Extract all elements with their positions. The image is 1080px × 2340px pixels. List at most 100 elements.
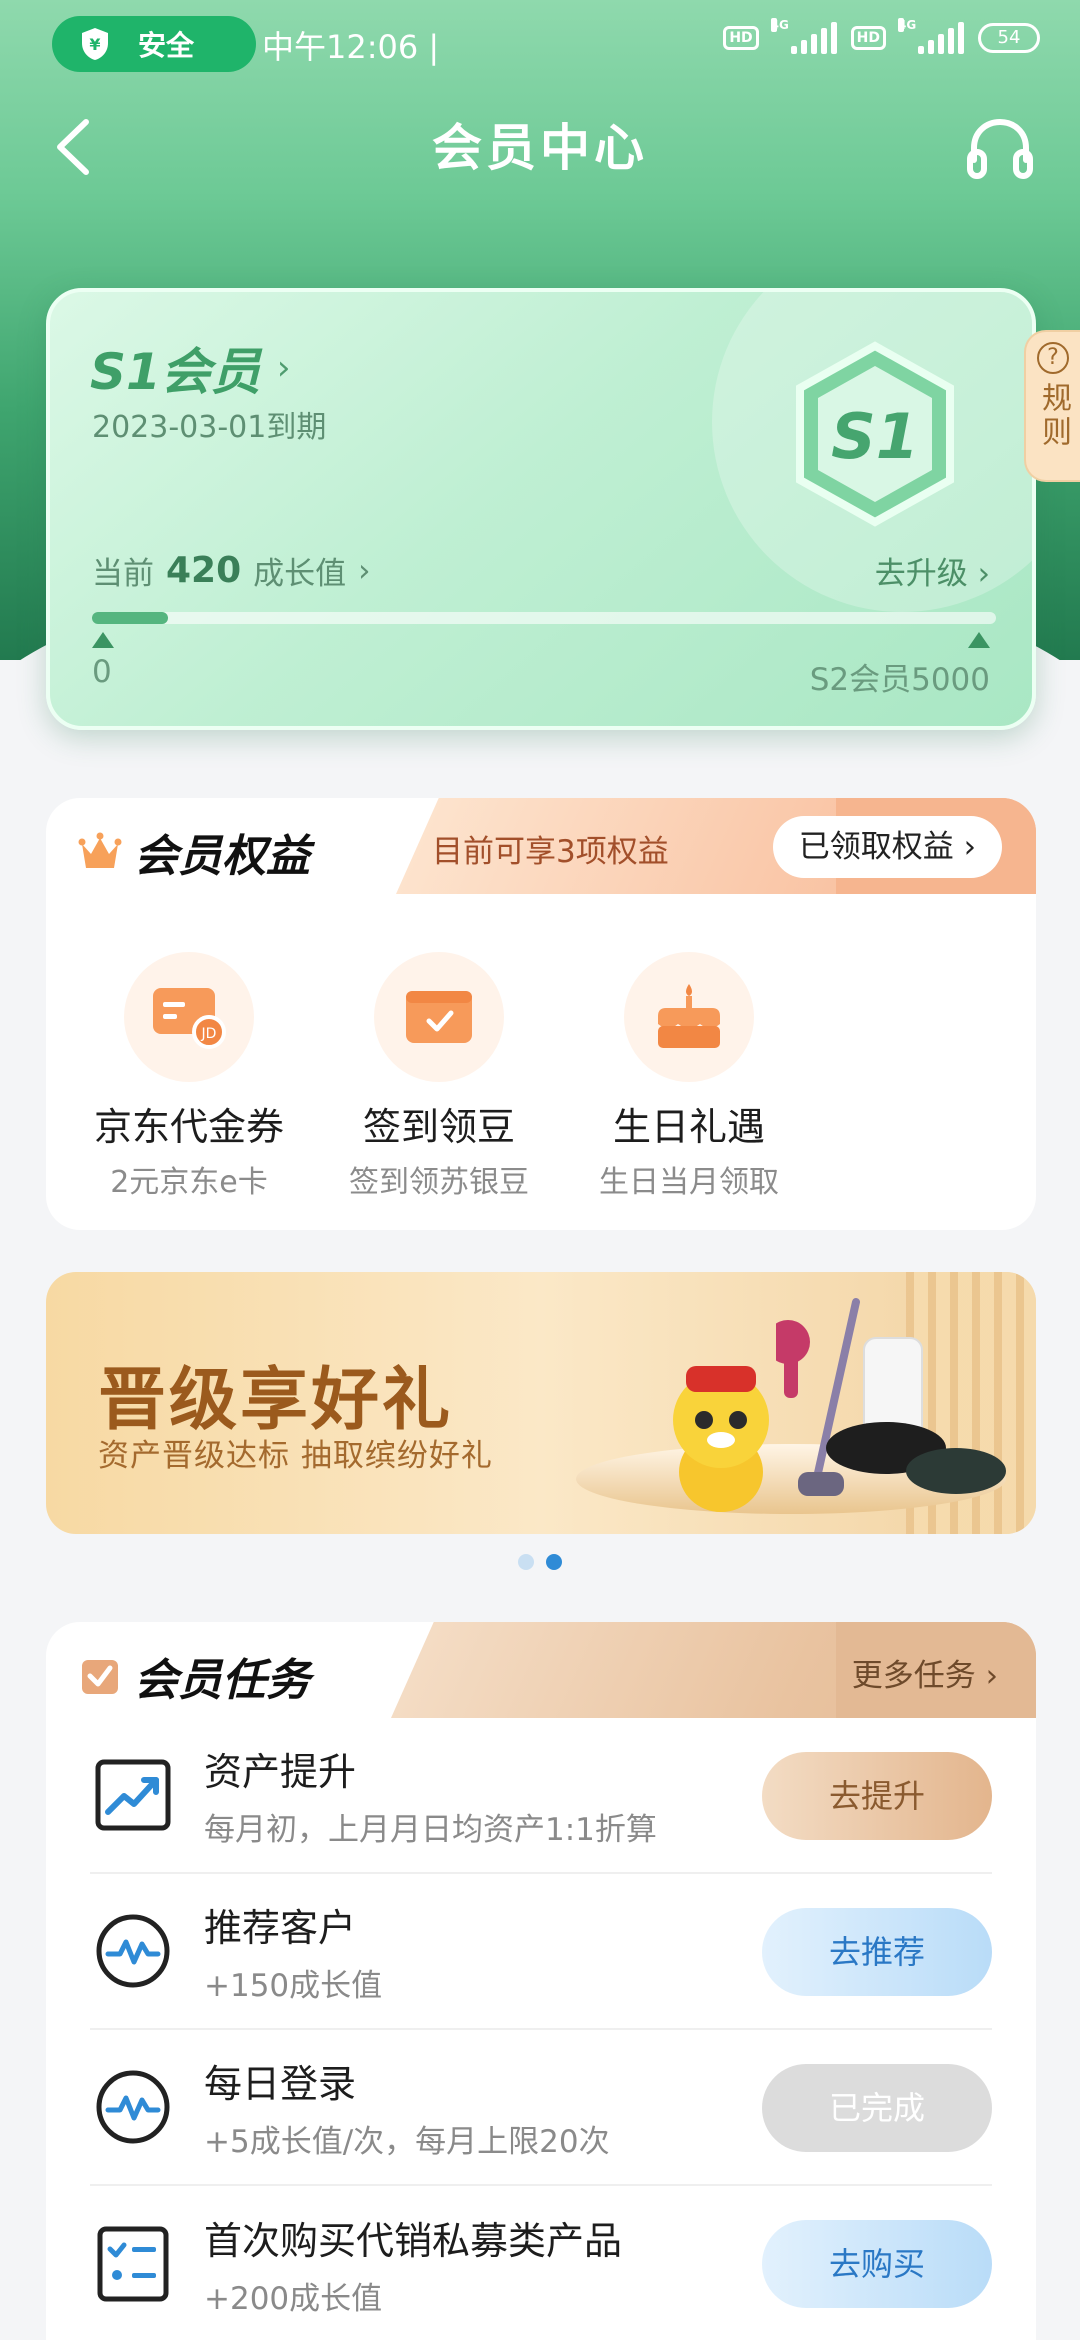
- task-desc: 每月初，上月月日均资产1:1折算: [204, 1812, 657, 1848]
- task-check-icon: [82, 1660, 118, 1694]
- chevron-right-icon: ›: [977, 556, 990, 592]
- shield-icon: ¥: [82, 28, 108, 60]
- task-desc: +200成长值: [204, 2281, 383, 2317]
- member-level-card: S1会员 › 2023-03-01到期 S1 当前 420 成长值 › 去升级 …: [46, 288, 1036, 730]
- chevron-right-icon: ›: [358, 552, 371, 589]
- task-name: 推荐客户: [204, 1906, 357, 1950]
- badge-text: S1: [831, 400, 919, 473]
- chevron-right-icon: ›: [963, 829, 976, 865]
- task-list: 资产提升 每月初，上月月日均资产1:1折算 去提升 推荐客户 +150成长值 去…: [46, 1718, 1036, 2340]
- task-row: 推荐客户 +150成长值 去推荐: [90, 1874, 992, 2030]
- tasks-section: 会员任务 更多任务 › 资产提升 每月初，上月月日均资产1:1折算 去提升 推荐…: [46, 1622, 1036, 2340]
- task-desc: +150成长值: [204, 1968, 383, 2004]
- more-tasks-label: 更多任务: [851, 1658, 976, 1694]
- question-icon: ?: [1037, 342, 1069, 374]
- task-name: 资产提升: [204, 1750, 357, 1794]
- tiger-mascot-icon: [673, 1366, 769, 1512]
- benefit-name: 签到领豆: [362, 1105, 515, 1149]
- growth-progress-fill: [92, 612, 168, 624]
- progress-min-label: 0: [92, 654, 112, 690]
- task-name: 每日登录: [204, 2062, 357, 2106]
- rules-tab[interactable]: ? 规则: [1024, 330, 1080, 482]
- svg-text:JD: JD: [201, 1026, 217, 1042]
- tasks-title-text: 会员任务: [134, 1655, 310, 1706]
- crown-icon: [78, 832, 122, 868]
- hd-icon: HD: [723, 26, 759, 50]
- rules-label: 规则: [1036, 382, 1071, 450]
- task-action-button[interactable]: 去购买: [762, 2220, 992, 2308]
- page-title: 会员中心: [432, 119, 648, 177]
- banner-subtitle: 资产晋级达标 抽取缤纷好礼: [98, 1438, 493, 1474]
- system-icons: HD 4G HD 4G 54: [723, 18, 1040, 54]
- task-text: 资产提升 每月初，上月月日均资产1:1折算: [204, 1741, 657, 1849]
- chevron-right-icon: ›: [985, 1658, 998, 1694]
- progress-max-label: S2会员5000: [809, 662, 990, 698]
- growth-suffix: 成长值: [253, 556, 347, 592]
- task-action-button[interactable]: 去提升: [762, 1752, 992, 1840]
- level-badge-icon: S1: [796, 341, 954, 527]
- benefits-tip: 目前可享3项权益: [432, 834, 669, 870]
- svg-text:¥: ¥: [89, 35, 100, 54]
- claimed-benefits-label: 已领取权益: [798, 829, 954, 865]
- task-row: 每日登录 +5成长值/次，每月上限20次 已完成: [90, 2030, 992, 2186]
- battery-icon: 54: [978, 23, 1040, 53]
- growth-progress-bar: [92, 612, 996, 624]
- clock: 中午12:06 |: [262, 28, 440, 66]
- status-bar: ¥ 安全 中午12:06 | HD 4G HD 4G 54: [0, 0, 1080, 88]
- pan-product-icon: [906, 1448, 1006, 1494]
- network-type: 4G: [898, 18, 917, 32]
- benefit-desc: 生日当月领取: [599, 1165, 779, 1200]
- benefit-name: 京东代金券: [93, 1105, 284, 1149]
- network-type: 4G: [770, 18, 789, 32]
- growth-value-link[interactable]: 当前 420 成长值 ›: [92, 548, 371, 593]
- benefit-item[interactable]: 生日礼遇 生日当月领取: [564, 952, 814, 1201]
- checklist-icon: [97, 2226, 169, 2302]
- member-expiry: 2023-03-01到期: [92, 410, 327, 445]
- voucher-card-icon: JD: [124, 952, 254, 1082]
- task-row: 首次购买代销私募类产品 +200成长值 去购买: [90, 2186, 992, 2340]
- pulse-icon: [96, 1914, 170, 1988]
- task-text: 首次购买代销私募类产品 +200成长值: [204, 2210, 622, 2318]
- chevron-right-icon: ›: [276, 348, 291, 388]
- benefit-item[interactable]: 签到领豆 签到领苏银豆: [314, 952, 564, 1201]
- benefit-desc: 签到领苏银豆: [349, 1165, 529, 1200]
- benefit-desc: 2元京东e卡: [110, 1165, 268, 1200]
- benefits-title: 会员权益: [78, 820, 310, 884]
- growth-value: 420: [166, 550, 242, 591]
- headset-icon[interactable]: [962, 110, 1038, 186]
- tasks-title: 会员任务: [78, 1644, 310, 1708]
- tasks-header: 会员任务 更多任务 ›: [46, 1622, 1036, 1718]
- benefits-section: 会员权益 目前可享3项权益 已领取权益 › JD 京东代金券 2元京东e卡 签到…: [46, 798, 1036, 1230]
- trend-up-icon: [95, 1759, 171, 1831]
- upgrade-label: 去升级: [874, 556, 968, 592]
- security-label: 安全: [138, 29, 195, 62]
- check-in-wallet-icon: [374, 952, 504, 1082]
- task-action-button[interactable]: 去推荐: [762, 1908, 992, 1996]
- claimed-benefits-button[interactable]: 已领取权益 ›: [772, 816, 1002, 878]
- member-level-link[interactable]: S1会员 ›: [90, 332, 290, 404]
- task-desc: +5成长值/次，每月上限20次: [204, 2124, 610, 2160]
- security-status-pill[interactable]: ¥ 安全: [52, 16, 256, 72]
- growth-prefix: 当前: [92, 556, 154, 592]
- task-row: 资产提升 每月初，上月月日均资产1:1折算 去提升: [90, 1718, 992, 1874]
- upgrade-link[interactable]: 去升级 ›: [875, 548, 990, 593]
- promo-banner[interactable]: 晋级享好礼 资产晋级达标 抽取缤纷好礼: [46, 1272, 1036, 1534]
- birthday-cake-icon: [624, 952, 754, 1082]
- member-level-name: S1会员: [90, 343, 261, 401]
- carousel-dot[interactable]: [518, 1554, 534, 1570]
- hd-icon: HD: [850, 26, 886, 50]
- task-name: 首次购买代销私募类产品: [204, 2219, 623, 2263]
- task-action-button: 已完成: [762, 2064, 992, 2152]
- progress-start-marker: [92, 632, 114, 648]
- signal-icon: 4G: [770, 18, 837, 54]
- benefit-item[interactable]: JD 京东代金券 2元京东e卡: [64, 952, 314, 1201]
- carousel-dot[interactable]: [546, 1554, 562, 1570]
- signal-icon: 4G: [898, 18, 964, 54]
- task-text: 推荐客户 +150成长值: [204, 1897, 382, 2005]
- benefit-name: 生日礼遇: [612, 1105, 765, 1149]
- more-tasks-link[interactable]: 更多任务 ›: [852, 1650, 998, 1695]
- pulse-icon: [96, 2070, 170, 2144]
- carousel-pagination: [0, 1554, 1080, 1570]
- benefits-list: JD 京东代金券 2元京东e卡 签到领豆 签到领苏银豆 生日礼遇 生日当月领取: [46, 894, 1036, 1201]
- progress-end-marker: [968, 632, 990, 648]
